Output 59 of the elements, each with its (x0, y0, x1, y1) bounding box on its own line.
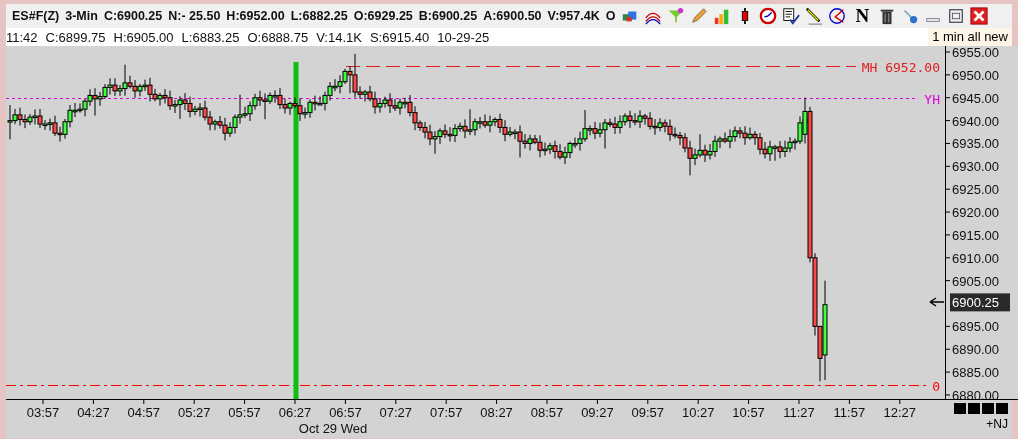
price-tick-label: 6890.00 (952, 342, 999, 358)
quote-value: V:957.4K (547, 9, 600, 23)
symbol-label: ES#F(Z) (12, 9, 60, 23)
price-tick-label: 6955.00 (952, 46, 999, 60)
time-tick-label: 11:57 (833, 405, 866, 420)
footer-tag: +NJ (986, 417, 1008, 431)
quote-value: C:6900.25 (103, 9, 163, 23)
quote-value: B:6900.25 (418, 9, 478, 23)
time-tick-label: 06:57 (329, 405, 362, 420)
bar-info-value: O:6888.75 (247, 29, 309, 45)
bar-info-value: 10-29-25 (437, 29, 490, 45)
price-tick-label: 6910.00 (952, 250, 999, 266)
time-tick-label: 10:27 (681, 405, 715, 420)
time-tick-label: 03:57 (26, 405, 60, 420)
time-tick-label: 04:57 (127, 405, 161, 420)
time-tick-label: 11:27 (783, 405, 815, 420)
bar-info-value: L:6883.25 (181, 29, 240, 45)
bar-info-value: V:14.1K (316, 29, 362, 45)
price-tick-label: 6935.00 (952, 136, 999, 152)
time-tick-label: 09:27 (581, 405, 614, 420)
current-price-label: 6900.25 (950, 293, 1010, 312)
price-tick-label: 6885.00 (952, 365, 999, 381)
time-tick-label: 10:57 (732, 405, 765, 420)
price-tick-label: 6950.00 (952, 67, 999, 83)
quote-value: O:6929.25 (353, 9, 413, 23)
bar-info-value: S:6915.40 (369, 29, 430, 45)
price-tick-label: 6920.00 (952, 205, 999, 221)
time-tick-label: 07:57 (429, 405, 463, 420)
time-tick-label: 07:27 (379, 405, 413, 420)
quote-value: O (605, 9, 616, 23)
price-tick-label: 6905.00 (952, 273, 999, 289)
n-button[interactable]: N (851, 5, 874, 27)
time-tick-label: 06:27 (278, 405, 312, 420)
price-tick-label: 6940.00 (952, 113, 999, 129)
price-level-label: MH 6952.00 (861, 59, 940, 75)
time-tick-label: 08:27 (480, 405, 513, 420)
interval-label: 3-Min (65, 9, 98, 23)
price-tick-label: 6930.00 (952, 159, 999, 175)
time-tick-label: 09:57 (631, 405, 665, 420)
quote-value: A:6900.50 (483, 9, 542, 23)
quote-value: N:- 25.50 (168, 9, 221, 23)
price-tick-label: 6925.00 (952, 182, 999, 198)
price-tick-label: 6895.00 (952, 319, 999, 335)
price-tick-label: 6915.00 (952, 227, 999, 243)
time-tick-label: 04:27 (77, 405, 110, 420)
time-tick-label: 05:27 (177, 405, 211, 420)
quote-value: H:6952.00 (226, 9, 285, 23)
time-tick-label: 08:57 (530, 405, 564, 420)
bar-info-value: C:6899.75 (45, 29, 106, 45)
price-level-label: 0 (932, 378, 940, 394)
bar-info-value: H:6905.00 (113, 29, 174, 45)
date-label: Oct 29 Wed (298, 421, 368, 436)
time-tick-label: 12:27 (883, 405, 917, 420)
tooltip: 1 min all new (928, 28, 1012, 46)
price-tick-label: 6945.00 (952, 90, 999, 106)
quote-value: L:6882.25 (290, 9, 348, 23)
time-tick-label: 05:57 (228, 405, 261, 420)
bar-info-value: 11:42 (6, 29, 38, 45)
price-level-label: YH (924, 91, 940, 107)
